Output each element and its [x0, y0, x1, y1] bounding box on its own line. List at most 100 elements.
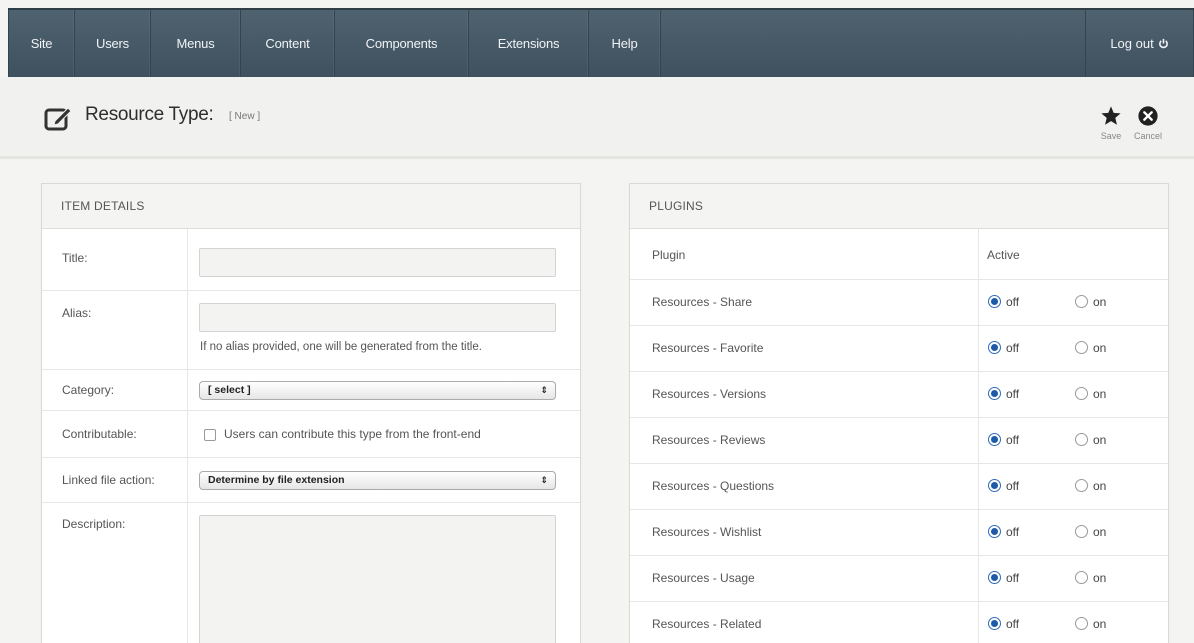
top-nav: Site Users Menus Content Components Exte…	[8, 8, 1194, 77]
radio-on-label: on	[1093, 571, 1107, 585]
plugin-name: Resources - Share	[652, 295, 753, 309]
select-arrows-icon: ⇕	[540, 475, 548, 485]
plugin-row: Resources - Favorite off on	[630, 326, 1168, 372]
cancel-label: Cancel	[1133, 131, 1162, 141]
power-icon	[1158, 38, 1168, 49]
cancel-circle-icon	[1138, 106, 1158, 126]
radio-on-label: on	[1093, 433, 1107, 447]
edit-icon	[44, 107, 72, 131]
save-label: Save	[1100, 131, 1122, 141]
contributable-text: Users can contribute this type from the …	[224, 427, 481, 441]
radio-off[interactable]	[988, 295, 1001, 308]
radio-on[interactable]	[1075, 479, 1088, 492]
description-textarea[interactable]	[199, 515, 556, 643]
title-field[interactable]	[199, 248, 556, 277]
linked-file-value: Determine by file extension	[208, 474, 345, 486]
contributable-label: Contributable:	[62, 427, 137, 441]
nav-item-users[interactable]: Users	[75, 10, 151, 77]
category-select[interactable]: [ select ] ⇕	[199, 381, 556, 400]
radio-on-label: on	[1093, 295, 1107, 309]
linked-file-row: Linked file action: Determine by file ex…	[42, 458, 580, 503]
plugin-name: Resources - Reviews	[652, 433, 766, 447]
radio-off-label: off	[1006, 387, 1020, 401]
radio-on-label: on	[1093, 479, 1107, 493]
plugin-row: Resources - Related off on	[630, 602, 1168, 643]
radio-off-label: off	[1006, 479, 1020, 493]
radio-on[interactable]	[1075, 341, 1088, 354]
plugin-name: Resources - Usage	[652, 571, 755, 585]
contributable-row: Contributable: Users can contribute this…	[42, 411, 580, 458]
linked-file-select[interactable]: Determine by file extension ⇕	[199, 471, 556, 490]
radio-off[interactable]	[988, 525, 1001, 538]
radio-off-label: off	[1006, 617, 1020, 631]
cancel-button[interactable]: Cancel	[1126, 105, 1170, 141]
nav-item-components[interactable]: Components	[335, 10, 469, 77]
logout-label: Log out	[1110, 36, 1154, 51]
radio-off[interactable]	[988, 341, 1001, 354]
category-label: Category:	[62, 383, 115, 397]
radio-off[interactable]	[988, 387, 1001, 400]
plugin-name: Resources - Related	[652, 617, 762, 631]
radio-off[interactable]	[988, 571, 1001, 584]
page-subtitle: [ New ]	[229, 111, 261, 122]
plugin-name: Resources - Favorite	[652, 341, 764, 355]
radio-on[interactable]	[1075, 387, 1088, 400]
radio-on-label: on	[1093, 617, 1107, 631]
plugin-name: Resources - Versions	[652, 387, 767, 401]
radio-off-label: off	[1006, 295, 1020, 309]
title-label: Title:	[62, 251, 88, 265]
nav-item-site[interactable]: Site	[9, 10, 75, 77]
radio-on-label: on	[1093, 387, 1107, 401]
nav-item-extensions[interactable]: Extensions	[469, 10, 589, 77]
radio-on-label: on	[1093, 525, 1107, 539]
nav-item-help[interactable]: Help	[589, 10, 661, 77]
alias-hint: If no alias provided, one will be genera…	[200, 341, 482, 353]
plugin-row: Resources - Wishlist off on	[630, 510, 1168, 556]
radio-on[interactable]	[1075, 433, 1088, 446]
page-title: Resource Type:	[85, 104, 214, 125]
category-value: [ select ]	[208, 384, 251, 396]
radio-on-label: on	[1093, 341, 1107, 355]
contributable-checkbox[interactable]	[204, 429, 216, 441]
radio-off-label: off	[1006, 341, 1020, 355]
plugins-heading: PLUGINS	[630, 184, 1168, 229]
plugin-name: Resources - Wishlist	[652, 525, 762, 539]
description-label: Description:	[62, 517, 126, 531]
plugin-row: Resources - Share off on	[630, 280, 1168, 326]
plugin-row: Resources - Reviews off on	[630, 418, 1168, 464]
linked-file-label: Linked file action:	[62, 473, 155, 487]
plugin-name: Resources - Questions	[652, 479, 775, 493]
alias-row: Alias: If no alias provided, one will be…	[42, 291, 580, 370]
radio-off[interactable]	[988, 617, 1001, 630]
radio-off-label: off	[1006, 433, 1020, 447]
nav-spacer	[661, 10, 1086, 77]
nav-item-menus[interactable]: Menus	[151, 10, 241, 77]
active-column-header: Active	[987, 248, 1020, 262]
radio-on[interactable]	[1075, 525, 1088, 538]
radio-off[interactable]	[988, 479, 1001, 492]
nav-item-content[interactable]: Content	[241, 10, 335, 77]
radio-on[interactable]	[1075, 571, 1088, 584]
plugins-panel: PLUGINS Plugin Active Resources - Share o…	[629, 183, 1169, 643]
radio-off-label: off	[1006, 525, 1020, 539]
alias-field[interactable]	[199, 303, 556, 332]
item-details-heading: ITEM DETAILS	[42, 184, 580, 229]
plugins-header-row: Plugin Active	[630, 229, 1168, 280]
description-row: Description:	[42, 503, 580, 643]
category-row: Category: [ select ] ⇕	[42, 370, 580, 411]
star-icon	[1101, 106, 1121, 125]
plugin-column-header: Plugin	[652, 248, 686, 262]
radio-off[interactable]	[988, 433, 1001, 446]
alias-label: Alias:	[62, 306, 92, 320]
title-row: Title:	[42, 229, 580, 291]
plugin-row: Resources - Questions off on	[630, 464, 1168, 510]
select-arrows-icon: ⇕	[540, 385, 548, 395]
plugin-row: Resources - Usage off on	[630, 556, 1168, 602]
radio-on[interactable]	[1075, 295, 1088, 308]
save-button[interactable]: Save	[1098, 105, 1124, 141]
logout-link[interactable]: Log out	[1086, 10, 1194, 77]
item-details-panel: ITEM DETAILS Title: Alias: If no alias p…	[41, 183, 581, 643]
radio-on[interactable]	[1075, 617, 1088, 630]
radio-off-label: off	[1006, 571, 1020, 585]
plugin-row: Resources - Versions off on	[630, 372, 1168, 418]
